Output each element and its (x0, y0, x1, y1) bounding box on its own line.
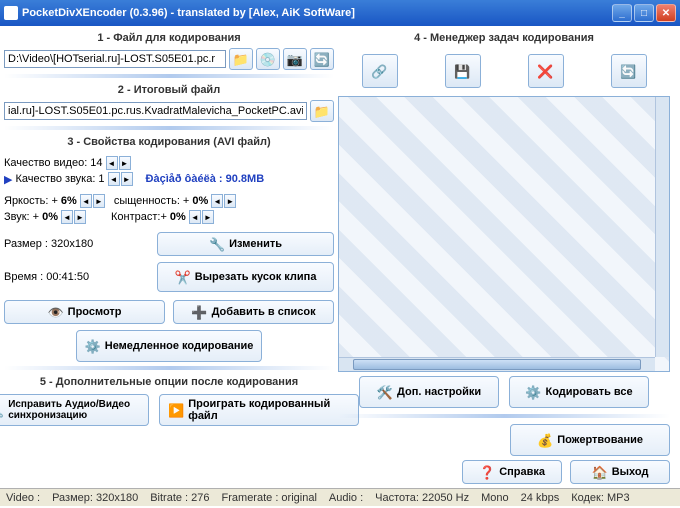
brightness-spinner[interactable]: ◄► (80, 194, 105, 208)
task-delete-button[interactable]: ❌ (528, 54, 564, 88)
settings-icon: 🛠️ (377, 386, 393, 399)
refresh-icon: 🔄 (620, 65, 636, 78)
save-icon: 💾 (454, 65, 470, 78)
plus-icon: ➕ (191, 306, 207, 319)
play-encoded-button[interactable]: ▶️Проиграть кодированный файл (159, 394, 359, 426)
browse-output-button[interactable]: 📁 (310, 100, 334, 122)
status-freq: Частота: 22050 Hz (375, 492, 469, 504)
sound-label: Звук: + (4, 211, 39, 223)
divider (4, 74, 334, 78)
contrast-label: Контраст:+ (111, 211, 167, 223)
status-bitrate: Bitrate : 276 (150, 492, 209, 504)
status-framerate: Framerate : original (222, 492, 317, 504)
encode-all-button[interactable]: ⚙️Кодировать все (509, 376, 649, 408)
status-size: Размер: 320x180 (52, 492, 138, 504)
audio-quality-label: Качество звука: (15, 173, 95, 185)
gear-icon: ⚙️ (85, 340, 101, 353)
home-icon: 🏠 (592, 466, 608, 479)
extra-settings-button[interactable]: 🛠️Доп. настройки (359, 376, 499, 408)
scissors-icon: ✂️ (175, 271, 191, 284)
help-button[interactable]: ❓Справка (462, 460, 562, 484)
divider (4, 126, 334, 130)
task-list-area[interactable] (338, 96, 670, 372)
contrast-value: 0% (170, 211, 186, 223)
sound-spinner[interactable]: ◄► (61, 210, 86, 224)
scrollbar-thumb[interactable] (353, 359, 641, 370)
disc-icon: 💿 (260, 53, 276, 66)
contrast-spinner[interactable]: ◄► (189, 210, 214, 224)
brightness-label: Яркость: + (4, 195, 58, 207)
task-open-button[interactable]: 🔗 (362, 54, 398, 88)
statusbar: Video : Размер: 320x180 Bitrate : 276 Fr… (0, 488, 680, 506)
fix-av-sync-button[interactable]: 🔧Исправить Аудио/Видео синхронизацию (0, 394, 149, 426)
status-audio: Audio : (329, 492, 363, 504)
status-kbps: 24 kbps (521, 492, 560, 504)
status-codec: Кодек: MP3 (571, 492, 629, 504)
eye-icon: 👁️ (47, 306, 63, 319)
refresh-icon: 🔄 (314, 53, 330, 66)
minimize-button[interactable]: _ (612, 4, 632, 22)
section3-title: 3 - Свойства кодирования (AVI файл) (4, 134, 334, 150)
divider (338, 414, 670, 418)
app-icon (4, 6, 18, 20)
add-to-list-button[interactable]: ➕Добавить в список (173, 300, 334, 324)
immediate-encode-button[interactable]: ⚙️Немедленное кодирование (76, 330, 263, 362)
horizontal-scrollbar[interactable] (339, 357, 655, 371)
output-file-input[interactable] (4, 102, 307, 120)
link-icon: 🔗 (371, 65, 387, 78)
video-quality-spinner[interactable]: ◄► (106, 156, 131, 170)
dvd-button[interactable]: 💿 (256, 48, 280, 70)
status-mono: Mono (481, 492, 509, 504)
folder-icon: 📁 (233, 53, 249, 66)
camera-icon: 📷 (287, 53, 303, 66)
help-icon: ❓ (479, 466, 495, 479)
saturation-label: сыщенность: + (114, 195, 190, 207)
maximize-button[interactable]: □ (634, 4, 654, 22)
close-button[interactable]: ✕ (656, 4, 676, 22)
task-refresh-button[interactable]: 🔄 (611, 54, 647, 88)
divider (4, 366, 334, 370)
video-quality-label: Качество видео: (4, 157, 87, 169)
sound-value: 0% (42, 211, 58, 223)
change-size-button[interactable]: 🔧Изменить (157, 232, 334, 256)
exit-button[interactable]: 🏠Выход (570, 460, 670, 484)
saturation-value: 0% (192, 195, 208, 207)
capture-button[interactable]: 📷 (283, 48, 307, 70)
task-save-button[interactable]: 💾 (445, 54, 481, 88)
source-file-input[interactable] (4, 50, 226, 68)
play-icon: ▶️ (168, 404, 184, 417)
titlebar: PocketDivXEncoder (0.3.96) - translated … (0, 0, 680, 26)
preview-button[interactable]: 👁️Просмотр (4, 300, 165, 324)
window-title: PocketDivXEncoder (0.3.96) - translated … (22, 7, 355, 19)
donate-icon: 💰 (537, 434, 553, 447)
cut-clip-button[interactable]: ✂️Вырезать кусок клипа (157, 262, 334, 292)
dimensions-label: Размер : 320x180 (4, 238, 154, 250)
video-quality-value: 14 (90, 157, 102, 169)
folder-icon: 📁 (314, 105, 330, 118)
donate-button[interactable]: 💰Пожертвование (510, 424, 670, 456)
wrench-icon: 🔧 (0, 404, 4, 417)
section4-title: 4 - Менеджер задач кодирования (338, 30, 670, 46)
saturation-spinner[interactable]: ◄► (211, 194, 236, 208)
section5-title: 5 - Дополнительные опции после кодирован… (4, 374, 334, 390)
section1-title: 1 - Файл для кодирования (4, 30, 334, 46)
gears-icon: ⚙️ (525, 386, 541, 399)
audio-quality-value: 1 (98, 173, 104, 185)
status-video: Video : (6, 492, 40, 504)
browse-file-button[interactable]: 📁 (229, 48, 253, 70)
resize-icon: 🔧 (209, 238, 225, 251)
brightness-value: 6% (61, 195, 77, 207)
delete-icon: ❌ (537, 65, 553, 78)
audio-quality-spinner[interactable]: ◄► (108, 172, 133, 186)
time-label: Время : 00:41:50 (4, 271, 154, 283)
filesize-estimate: Ðàçìåð ôàéëà : 90.8MB (146, 173, 265, 185)
section2-title: 2 - Итоговый файл (4, 82, 334, 98)
vertical-scrollbar[interactable] (655, 97, 669, 357)
reload-button[interactable]: 🔄 (310, 48, 334, 70)
